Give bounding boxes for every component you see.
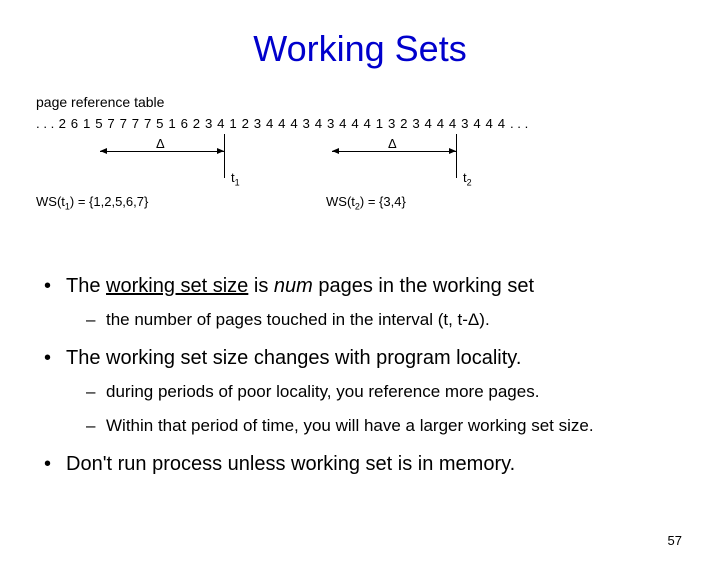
bullet-2-sub-2: Within that period of time, you will hav… <box>66 415 700 436</box>
ws1-pre: WS(t <box>36 194 65 209</box>
b1-underline: working set size <box>106 275 248 297</box>
b1-text-pre: The <box>66 275 106 297</box>
delta-arrow-1 <box>100 151 224 152</box>
trailing-dots: . . . <box>510 116 528 131</box>
ws2-post: ) = {3,4} <box>360 194 406 209</box>
page-number: 57 <box>668 533 682 548</box>
tick-t1 <box>224 134 225 178</box>
bullet-2-sub-1: during periods of poor locality, you ref… <box>66 381 700 402</box>
bullet-list: The working set size is num pages in the… <box>36 274 700 477</box>
bullet-2-sublist: during periods of poor locality, you ref… <box>66 381 700 436</box>
ws1-label: WS(t1) = {1,2,5,6,7} <box>36 194 148 212</box>
delta-arrow-2 <box>332 151 456 152</box>
b1-text-post: pages in the working set <box>313 275 534 297</box>
delta-label-2: Δ <box>388 136 397 151</box>
figure-caption: page reference table <box>36 94 164 110</box>
ws2-pre: WS(t <box>326 194 355 209</box>
reference-digits: 2 6 1 5 7 7 7 7 5 1 6 2 3 4 1 2 3 4 4 4 … <box>59 116 506 131</box>
slide-title: Working Sets <box>0 28 720 70</box>
b2-text: The working set size changes with progra… <box>66 347 521 369</box>
b1-italic: num <box>274 275 313 297</box>
slide-body: The working set size is num pages in the… <box>0 274 720 477</box>
delta-label-1: Δ <box>156 136 165 151</box>
t2-label: t2 <box>463 170 472 188</box>
bullet-3: Don't run process unless working set is … <box>36 452 700 477</box>
bullet-1: The working set size is num pages in the… <box>36 274 700 330</box>
page-reference-string: . . . 2 6 1 5 7 7 7 7 5 1 6 2 3 4 1 2 3 … <box>36 116 528 131</box>
tick-t2 <box>456 134 457 178</box>
t2-subscript: 2 <box>467 178 472 188</box>
bullet-1-sub-1: the number of pages touched in the inter… <box>66 309 700 330</box>
t1-subscript: 1 <box>235 178 240 188</box>
page-reference-figure: page reference table . . . 2 6 1 5 7 7 7… <box>36 94 656 224</box>
leading-dots: . . . <box>36 116 54 131</box>
t1-label: t1 <box>231 170 240 188</box>
ws1-post: ) = {1,2,5,6,7} <box>70 194 148 209</box>
bullet-2: The working set size changes with progra… <box>36 346 700 436</box>
ws2-label: WS(t2) = {3,4} <box>326 194 406 212</box>
b1-text-mid: is <box>248 275 274 297</box>
bullet-1-sublist: the number of pages touched in the inter… <box>66 309 700 330</box>
